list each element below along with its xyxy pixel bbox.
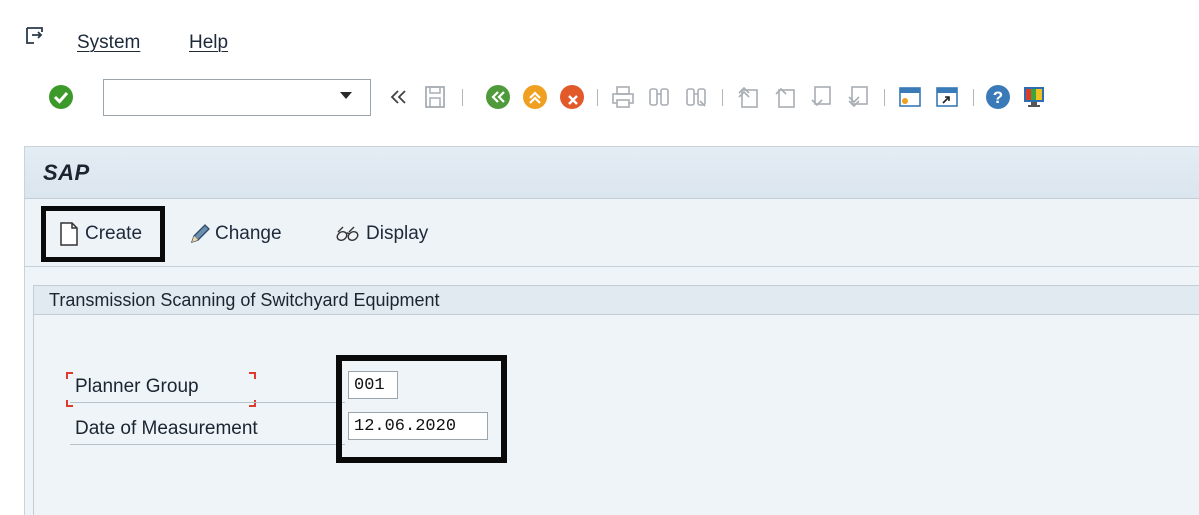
command-field[interactable]	[103, 79, 371, 116]
menu-icon[interactable]	[26, 27, 46, 45]
toolbar-separator	[722, 89, 723, 106]
exit-icon[interactable]	[522, 84, 548, 110]
change-button[interactable]: Change	[188, 206, 282, 262]
change-button-label: Change	[215, 223, 282, 244]
cancel-icon[interactable]	[559, 84, 585, 110]
toolbar-separator	[973, 89, 974, 106]
field-underline	[70, 444, 345, 445]
print-icon[interactable]	[610, 84, 636, 110]
menu-help[interactable]: Help	[189, 32, 228, 54]
save-icon[interactable]	[422, 84, 448, 110]
display-button-label: Display	[366, 223, 429, 244]
planner-group-label: Planner Group	[75, 376, 199, 397]
toolbar-separator	[884, 89, 885, 106]
next-page-icon[interactable]	[808, 84, 834, 110]
glasses-icon	[336, 226, 359, 241]
svg-text:?: ?	[993, 88, 1003, 107]
planner-group-input[interactable]	[348, 371, 398, 399]
shortcut-icon[interactable]	[934, 84, 960, 110]
toolbar-separator	[597, 89, 598, 106]
application-toolbar: Create Change Display	[25, 200, 1199, 267]
back-icon[interactable]	[485, 84, 511, 110]
previous-page-icon[interactable]	[772, 84, 798, 110]
required-marker	[249, 372, 256, 379]
chevron-down-icon[interactable]	[340, 92, 352, 99]
find-next-icon[interactable]	[683, 84, 709, 110]
enter-icon[interactable]	[48, 84, 74, 110]
pencil-icon	[190, 224, 210, 244]
find-icon[interactable]	[646, 84, 672, 110]
create-button-label: Create	[85, 223, 143, 244]
group-box-body	[33, 315, 1199, 515]
document-icon	[60, 222, 78, 246]
required-marker	[66, 372, 73, 379]
display-button[interactable]: Display	[335, 206, 428, 262]
create-button[interactable]: Create	[41, 206, 165, 262]
menu-system[interactable]: System	[77, 32, 140, 54]
group-box-title: Transmission Scanning of Switchyard Equi…	[49, 290, 440, 310]
customize-layout-icon[interactable]	[1021, 84, 1047, 110]
field-underline	[70, 402, 345, 403]
main-window: SAP Create Change Display Transmission S…	[24, 146, 1199, 515]
create-session-icon[interactable]	[897, 84, 923, 110]
help-icon[interactable]: ?	[985, 84, 1011, 110]
page-title: SAP	[43, 160, 90, 185]
last-page-icon[interactable]	[845, 84, 871, 110]
menu-bar: System Help	[0, 0, 1199, 76]
date-of-measurement-input[interactable]	[348, 412, 488, 440]
toolbar-separator	[462, 89, 463, 106]
title-bar: SAP	[25, 147, 1199, 199]
back-double-icon[interactable]	[386, 84, 412, 110]
standard-toolbar: ?	[0, 76, 1199, 128]
date-of-measurement-label: Date of Measurement	[75, 418, 258, 439]
first-page-icon[interactable]	[735, 84, 761, 110]
group-box-header: Transmission Scanning of Switchyard Equi…	[33, 285, 1199, 315]
